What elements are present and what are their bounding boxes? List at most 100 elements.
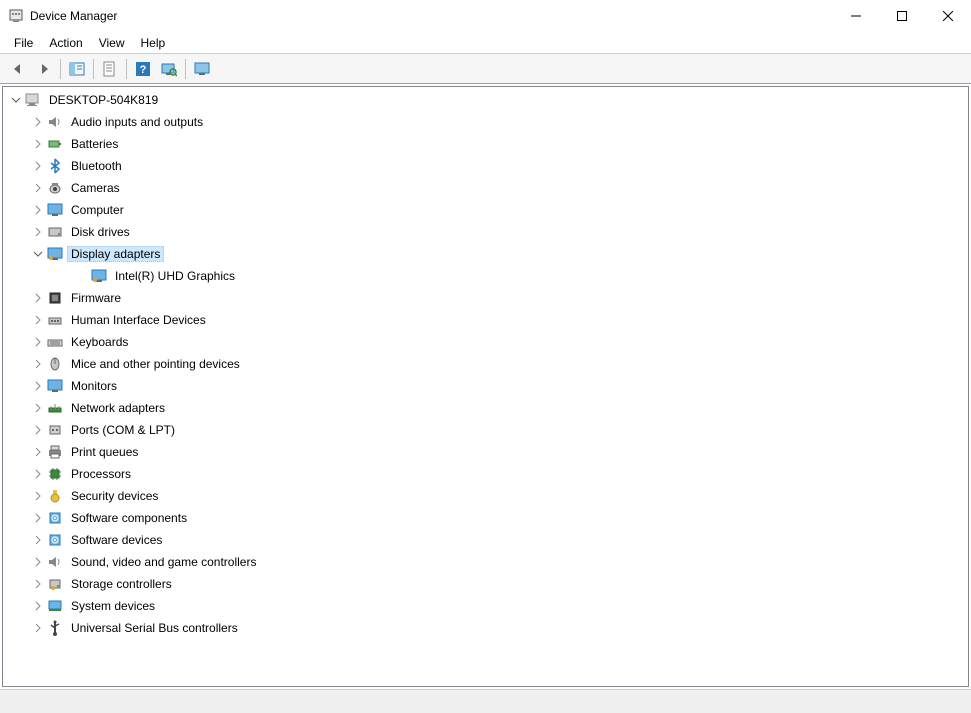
tree-item-label: Disk drives — [67, 225, 134, 239]
tree-item[interactable]: Cameras — [3, 177, 968, 199]
tree-item[interactable]: Display adapters — [3, 243, 968, 265]
scan-hardware-button[interactable] — [157, 57, 181, 81]
hid-icon — [47, 312, 63, 328]
expand-icon[interactable] — [31, 489, 45, 503]
expand-icon[interactable] — [31, 511, 45, 525]
properties-button[interactable] — [98, 57, 122, 81]
storage-icon — [47, 576, 63, 592]
tree-item-label: Ports (COM & LPT) — [67, 423, 179, 437]
expand-icon[interactable] — [31, 533, 45, 547]
expand-icon[interactable] — [31, 467, 45, 481]
security-icon — [47, 488, 63, 504]
tree-item[interactable]: Batteries — [3, 133, 968, 155]
expand-icon[interactable] — [31, 137, 45, 151]
expand-icon[interactable] — [31, 621, 45, 635]
maximize-button[interactable] — [879, 0, 925, 32]
tree-item[interactable]: System devices — [3, 595, 968, 617]
expand-icon[interactable] — [31, 401, 45, 415]
expand-icon[interactable] — [31, 445, 45, 459]
tree-item[interactable]: Disk drives — [3, 221, 968, 243]
expand-icon[interactable] — [31, 335, 45, 349]
usb-icon — [47, 620, 63, 636]
title-bar: Device Manager — [0, 0, 971, 32]
close-button[interactable] — [925, 0, 971, 32]
device-tree-panel[interactable]: DESKTOP-504K819 Audio inputs and outputs B… — [2, 86, 969, 687]
tree-item[interactable]: Firmware — [3, 287, 968, 309]
show-hide-tree-button[interactable] — [65, 57, 89, 81]
expand-icon[interactable] — [31, 203, 45, 217]
tree-item[interactable]: Network adapters — [3, 397, 968, 419]
device-tree: DESKTOP-504K819 Audio inputs and outputs B… — [3, 87, 968, 645]
tree-item-label: Firmware — [67, 291, 125, 305]
collapse-icon[interactable] — [9, 93, 23, 107]
minimize-button[interactable] — [833, 0, 879, 32]
tree-item-label: System devices — [67, 599, 159, 613]
tree-item[interactable]: Print queues — [3, 441, 968, 463]
collapse-icon[interactable] — [31, 247, 45, 261]
tree-item-label: Keyboards — [67, 335, 132, 349]
expand-icon[interactable] — [31, 291, 45, 305]
tree-item[interactable]: Software components — [3, 507, 968, 529]
expand-icon[interactable] — [31, 115, 45, 129]
menu-file[interactable]: File — [6, 34, 41, 52]
tree-item-label: Human Interface Devices — [67, 313, 210, 327]
tree-item[interactable]: Keyboards — [3, 331, 968, 353]
expand-icon[interactable] — [31, 379, 45, 393]
system-icon — [47, 598, 63, 614]
tree-item-label: Mice and other pointing devices — [67, 357, 244, 371]
expand-icon[interactable] — [31, 225, 45, 239]
audio-icon — [47, 554, 63, 570]
tree-item[interactable]: Sound, video and game controllers — [3, 551, 968, 573]
window-title: Device Manager — [30, 9, 833, 23]
tree-item-label: Monitors — [67, 379, 121, 393]
tree-item[interactable]: Monitors — [3, 375, 968, 397]
tree-item[interactable]: Software devices — [3, 529, 968, 551]
tree-item[interactable]: Bluetooth — [3, 155, 968, 177]
expand-icon[interactable] — [31, 555, 45, 569]
tree-item-label: Network adapters — [67, 401, 169, 415]
expand-icon[interactable] — [31, 577, 45, 591]
firmware-icon — [47, 290, 63, 306]
network-icon — [47, 400, 63, 416]
expand-icon[interactable] — [31, 423, 45, 437]
menu-help[interactable]: Help — [133, 34, 174, 52]
expand-icon[interactable] — [31, 357, 45, 371]
display-icon — [47, 246, 63, 262]
monitor-devices-button[interactable] — [190, 57, 214, 81]
tree-item-label: Audio inputs and outputs — [67, 115, 207, 129]
back-button[interactable] — [6, 57, 30, 81]
tree-item-label: Intel(R) UHD Graphics — [111, 269, 239, 283]
expand-icon[interactable] — [31, 181, 45, 195]
tree-item-label: Processors — [67, 467, 135, 481]
monitor-icon — [47, 378, 63, 394]
toolbar-separator — [93, 59, 94, 79]
menu-action[interactable]: Action — [41, 34, 90, 52]
tree-item[interactable]: Security devices — [3, 485, 968, 507]
monitor-icon — [47, 202, 63, 218]
tree-item[interactable]: Intel(R) UHD Graphics — [3, 265, 968, 287]
tree-item[interactable]: Computer — [3, 199, 968, 221]
tree-item[interactable]: DESKTOP-504K819 — [3, 89, 968, 111]
tree-item-label: Display adapters — [67, 246, 164, 262]
tree-item[interactable]: Ports (COM & LPT) — [3, 419, 968, 441]
cpu-icon — [47, 466, 63, 482]
printer-icon — [47, 444, 63, 460]
expand-icon[interactable] — [31, 313, 45, 327]
expand-icon[interactable] — [31, 159, 45, 173]
display-icon — [91, 268, 107, 284]
svg-text:?: ? — [140, 64, 147, 76]
tree-item[interactable]: Storage controllers — [3, 573, 968, 595]
tree-item-label: Storage controllers — [67, 577, 176, 591]
disk-icon — [47, 224, 63, 240]
tree-item[interactable]: Audio inputs and outputs — [3, 111, 968, 133]
toolbar: ? — [0, 54, 971, 84]
menu-view[interactable]: View — [91, 34, 133, 52]
forward-button[interactable] — [32, 57, 56, 81]
app-icon — [8, 8, 24, 24]
tree-item[interactable]: Universal Serial Bus controllers — [3, 617, 968, 639]
tree-item[interactable]: Human Interface Devices — [3, 309, 968, 331]
help-button[interactable]: ? — [131, 57, 155, 81]
tree-item[interactable]: Mice and other pointing devices — [3, 353, 968, 375]
expand-icon[interactable] — [31, 599, 45, 613]
tree-item[interactable]: Processors — [3, 463, 968, 485]
